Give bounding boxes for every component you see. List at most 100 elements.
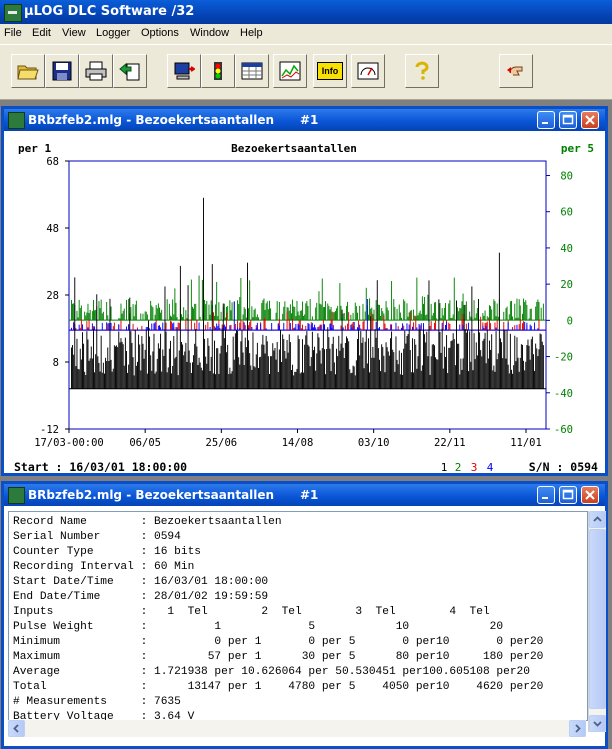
scroll-down-button[interactable] [589, 715, 606, 732]
export-button[interactable] [113, 54, 147, 88]
chevron-right-icon [575, 724, 581, 733]
scroll-left-button[interactable] [8, 720, 25, 737]
bar-series-1 [485, 363, 487, 389]
record-info-text[interactable]: Record Name : Bezoekertsaantallen Serial … [8, 511, 588, 721]
bar-series-2 [209, 314, 211, 321]
bar-series-1 [223, 338, 225, 389]
bar-series-1 [286, 340, 288, 389]
bar-series-1 [525, 361, 527, 389]
chart-window-title-bar[interactable]: BRbzfeb2.mlg - Bezoekertsaantallen #1 [4, 109, 605, 131]
menu-logger[interactable]: Logger [96, 27, 130, 39]
save-button[interactable] [45, 54, 79, 88]
bar-series-2 [490, 306, 492, 321]
bar-series-1 [217, 348, 219, 389]
bar-series-1 [461, 369, 463, 389]
bar-series-1 [542, 345, 544, 389]
bar-series-1 [285, 358, 287, 389]
bar-series-1 [129, 297, 131, 389]
bar-series-2 [150, 300, 152, 321]
bar-series-1 [254, 367, 256, 389]
bar-series-1 [210, 356, 212, 389]
close-button[interactable] [581, 486, 599, 504]
bar-series-2 [300, 310, 302, 321]
bar-series-1 [500, 338, 501, 389]
scroll-thumb[interactable] [589, 529, 606, 709]
bar-series-1 [272, 343, 274, 389]
bar-series-3 [132, 323, 134, 331]
exit-button[interactable] [499, 54, 533, 88]
bar-series-3 [240, 319, 242, 331]
bar-series-1 [212, 373, 214, 389]
bar-series-3 [155, 320, 157, 331]
bar-series-1 [117, 347, 119, 389]
vertical-scrollbar[interactable] [588, 511, 606, 732]
read-logger-button[interactable] [167, 54, 201, 88]
info-window-title-bar[interactable]: BRbzfeb2.mlg - Bezoekertsaantallen #1 [4, 484, 605, 506]
minimize-button[interactable] [537, 111, 555, 129]
maximize-button[interactable] [559, 111, 577, 129]
bar-series-2 [418, 312, 420, 321]
app-title-bar[interactable]: µLOG DLC Software /32 [0, 0, 612, 24]
menu-edit[interactable]: Edit [32, 27, 51, 39]
minimize-button[interactable] [537, 486, 555, 504]
bar-series-1 [291, 370, 292, 389]
bar-series-1 [415, 344, 417, 389]
bar-series-2 [91, 311, 93, 321]
bar-series-3 [514, 325, 516, 331]
bar-series-2 [154, 314, 156, 321]
status-light-button[interactable] [201, 54, 235, 88]
data-table-button[interactable] [235, 54, 269, 88]
gauge-button[interactable] [351, 54, 385, 88]
bar-series-1 [408, 329, 410, 389]
graph-button[interactable] [273, 54, 307, 88]
menu-view[interactable]: View [62, 27, 86, 39]
menu-help[interactable]: Help [240, 27, 263, 39]
bar-series-2 [413, 309, 415, 321]
bar-series-1 [333, 362, 335, 389]
bar-series-2 [457, 307, 459, 321]
bar-series-1 [357, 339, 358, 389]
bar-series-1 [86, 331, 88, 389]
bar-series-4 [391, 324, 393, 331]
bar-series-1 [330, 371, 332, 389]
bar-series-1 [353, 366, 355, 389]
help-button[interactable] [405, 54, 439, 88]
scroll-right-button[interactable] [569, 720, 586, 737]
horizontal-scrollbar[interactable] [8, 720, 586, 737]
menu-window[interactable]: Window [190, 27, 229, 39]
computer-download-icon [174, 62, 195, 80]
menu-options[interactable]: Options [141, 27, 179, 39]
bar-series-2 [537, 299, 539, 321]
bar-series-1 [449, 347, 451, 389]
bar-series-4 [229, 325, 231, 331]
logger-app-icon [4, 4, 22, 22]
x-tick-label: 22/11 [434, 437, 466, 449]
bar-series-1 [132, 357, 134, 389]
bar-series-2 [381, 308, 383, 321]
bar-series-2 [159, 307, 160, 321]
bar-series-1 [283, 339, 285, 389]
bar-series-1 [199, 362, 201, 389]
bar-series-2 [484, 310, 486, 321]
bar-series-2 [216, 281, 218, 321]
bar-series-1 [244, 337, 246, 389]
menu-file[interactable]: File [4, 27, 22, 39]
bar-series-4 [159, 325, 160, 331]
bar-series-4 [332, 325, 334, 331]
bar-series-2 [292, 299, 294, 321]
print-button[interactable] [79, 54, 113, 88]
bar-series-2 [470, 316, 472, 321]
bar-series-2 [403, 299, 405, 321]
scroll-up-button[interactable] [589, 511, 606, 528]
info-button[interactable]: Info [313, 54, 347, 88]
bar-series-4 [298, 325, 300, 331]
close-button[interactable] [581, 111, 599, 129]
bar-series-2 [231, 302, 233, 321]
bar-series-2 [157, 303, 159, 321]
bar-series-1 [497, 353, 499, 389]
bar-series-1 [315, 370, 317, 389]
open-file-button[interactable] [11, 54, 45, 88]
bar-series-2 [270, 308, 272, 321]
maximize-button[interactable] [559, 486, 577, 504]
info-row-value: : 7635 [140, 696, 181, 708]
